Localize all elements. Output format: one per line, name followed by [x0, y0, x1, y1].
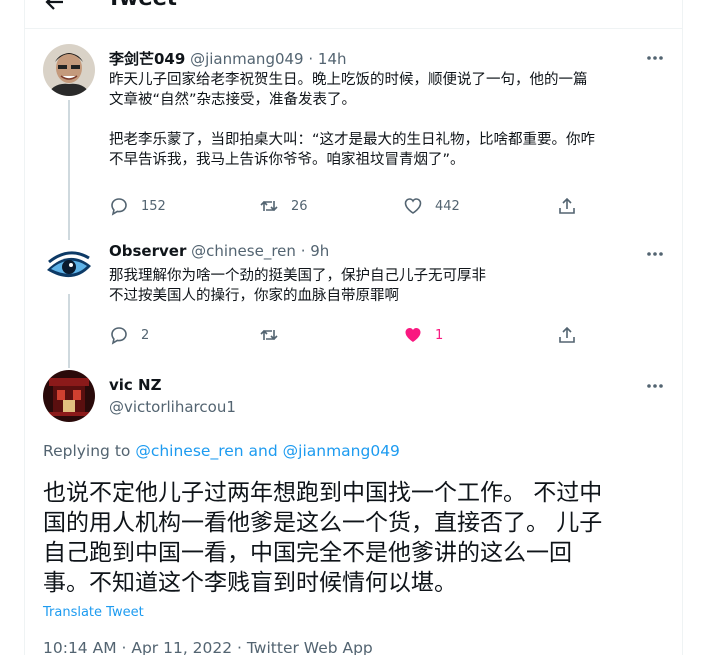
thread-line	[68, 100, 70, 240]
more-options-icon[interactable]	[645, 376, 665, 396]
reply-icon	[111, 198, 127, 216]
main-display-name[interactable]: vic NZ	[109, 376, 161, 394]
reply-button[interactable]: 2	[109, 324, 149, 346]
text-line	[109, 110, 669, 130]
more-options-icon[interactable]	[645, 244, 665, 264]
heart-icon	[404, 198, 422, 214]
user-handle[interactable]: @jianmang049	[190, 50, 304, 68]
retweet-button[interactable]	[259, 324, 291, 346]
retweet-icon	[260, 200, 278, 212]
like-button[interactable]: 1	[403, 324, 443, 346]
tweet-column: Tweet 李剑芒049 @jianmang049 · 14h 昨天	[24, 0, 683, 655]
text-line: 事。不知道这个李贱盲到时候情何以堪。	[43, 570, 457, 596]
replying-prefix: Replying to	[43, 442, 131, 460]
more-options-icon[interactable]	[645, 48, 665, 68]
text-line: 昨天儿子回家给老李祝贺生日。晚上吃饭的时候，顺便说了一句，他的一篇	[109, 72, 588, 88]
tweet-timestamp[interactable]: 10:14 AM · Apr 11, 2022 · Twitter Web Ap…	[43, 639, 373, 655]
tweet-actions: 152 26 442	[109, 195, 589, 219]
avatar[interactable]	[43, 242, 95, 294]
share-icon	[559, 197, 575, 214]
replying-user-link[interactable]: @chinese_ren	[135, 442, 243, 460]
like-count: 442	[435, 198, 460, 214]
header: Tweet	[25, 0, 682, 24]
like-count: 1	[435, 327, 444, 343]
display-name[interactable]: Observer	[109, 242, 186, 260]
text-line: 不早告诉我，我马上告诉你爷爷。咱家祖坟冒青烟了”。	[109, 152, 465, 168]
translate-tweet-link[interactable]: Translate Tweet	[43, 605, 144, 620]
share-icon	[559, 326, 575, 343]
tweet-time[interactable]: · 14h	[308, 50, 346, 68]
reply-button[interactable]: 152	[109, 195, 166, 217]
avatar[interactable]	[43, 370, 95, 422]
text-line: 也说不定他儿子过两年想跑到中国找一个工作。 不过中	[43, 480, 603, 506]
tweet-text: 昨天儿子回家给老李祝贺生日。晚上吃饭的时候，顺便说了一句，他的一篇 文章被“自然…	[109, 70, 669, 170]
text-line: 不过按美国人的操行，你家的血脉自带原罪啊	[109, 288, 399, 304]
retweet-count: 26	[291, 198, 308, 214]
reply-icon	[111, 327, 127, 345]
tweet-actions: 2 1	[109, 324, 589, 348]
text-line: 国的用人机构一看他爹是这么一个货，直接否了。 儿子	[43, 510, 603, 536]
text-line: 文章被“自然”杂志接受，准备发表了。	[109, 92, 357, 108]
tweet-header: 李剑芒049 @jianmang049 · 14h	[109, 48, 347, 69]
heart-filled-icon	[405, 328, 421, 342]
tweet-text: 那我理解你为啥一个劲的挺美国了，保护自己儿子无可厚非 不过按美国人的操行，你家的…	[109, 266, 669, 306]
back-arrow-icon[interactable]	[43, 0, 67, 14]
retweet-button[interactable]: 26	[259, 195, 308, 217]
avatar[interactable]	[43, 44, 95, 96]
reply-count: 2	[141, 327, 150, 343]
main-user-handle[interactable]: @victorliharcou1	[109, 398, 236, 416]
replying-user-link[interactable]: @jianmang049	[283, 442, 400, 460]
text-line: 自己跑到中国一看，中国完全不是他爹讲的这么一回	[43, 540, 572, 566]
reply-count: 152	[141, 198, 166, 214]
page-title: Tweet	[107, 0, 177, 10]
user-handle[interactable]: @chinese_ren	[191, 242, 296, 260]
text-line: 把老李乐蒙了，当即拍桌大叫：“这才是最大的生日礼物，比啥都重要。你咋	[109, 132, 596, 148]
thread-line	[68, 294, 70, 368]
main-tweet-text: 也说不定他儿子过两年想跑到中国找一个工作。 不过中 国的用人机构一看他爹是这么一…	[43, 478, 663, 598]
replying-to: Replying to @chinese_ren and @jianmang04…	[43, 442, 400, 460]
display-name[interactable]: 李剑芒049	[109, 50, 185, 68]
retweet-icon	[260, 329, 278, 341]
text-line: 那我理解你为啥一个劲的挺美国了，保护自己儿子无可厚非	[109, 268, 486, 284]
share-button[interactable]	[557, 195, 577, 217]
like-button[interactable]: 442	[403, 195, 460, 217]
header-divider	[25, 28, 682, 29]
tweet-time[interactable]: · 9h	[301, 242, 330, 260]
share-button[interactable]	[557, 324, 577, 346]
tweet-header: Observer @chinese_ren · 9h	[109, 242, 329, 260]
replying-and: and	[248, 442, 278, 460]
